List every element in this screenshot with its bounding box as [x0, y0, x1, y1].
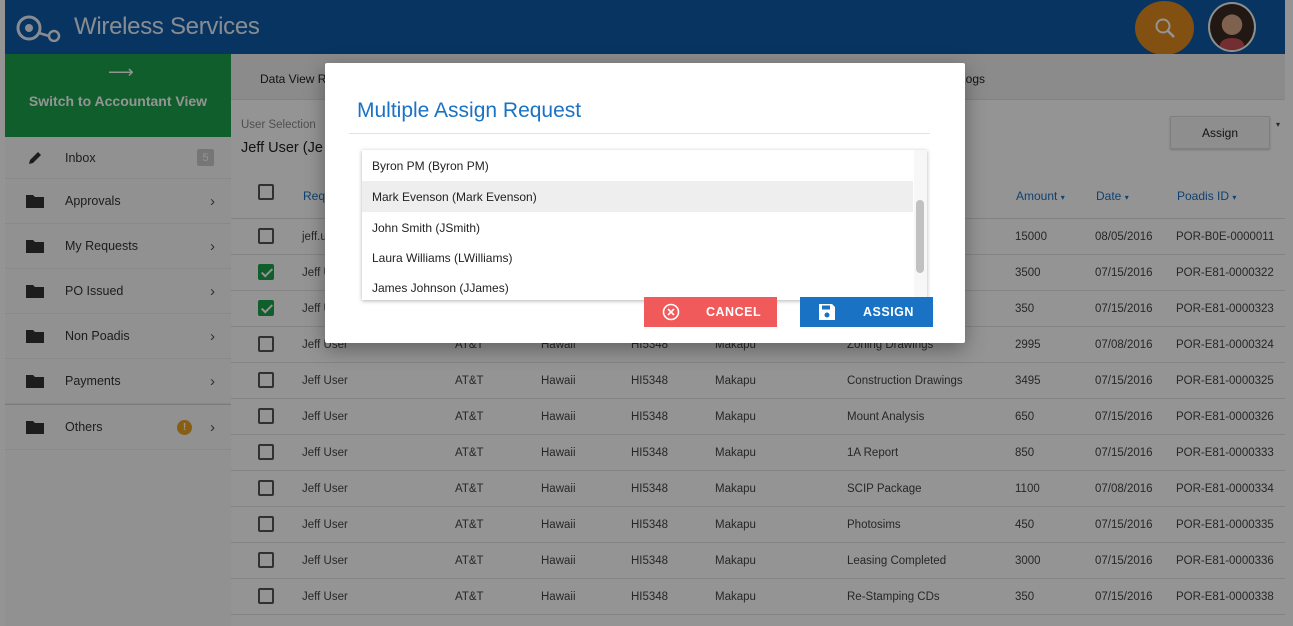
assign-confirm-button[interactable]: ASSIGN [800, 297, 933, 327]
close-circle-icon [662, 303, 680, 321]
assignee-option[interactable]: James Johnson (JJames) [362, 272, 913, 300]
dialog-title: Multiple Assign Request [357, 99, 582, 122]
assign-button-label: ASSIGN [863, 305, 914, 319]
scrollbar-thumb[interactable] [916, 200, 924, 273]
divider [349, 133, 930, 134]
multiple-assign-dialog: Multiple Assign Request Byron PM (Byron … [325, 63, 965, 343]
assignee-listbox[interactable]: Byron PM (Byron PM) Mark Evenson (Mark E… [362, 150, 927, 300]
cancel-button[interactable]: CANCEL [644, 297, 777, 327]
assignee-option[interactable]: Mark Evenson (Mark Evenson) [362, 181, 913, 212]
assignee-option[interactable]: Laura Williams (LWilliams) [362, 242, 913, 273]
assignee-option[interactable]: Byron PM (Byron PM) [362, 150, 913, 181]
cancel-button-label: CANCEL [706, 305, 762, 319]
save-icon [819, 304, 835, 320]
assignee-option[interactable]: John Smith (JSmith) [362, 212, 913, 243]
